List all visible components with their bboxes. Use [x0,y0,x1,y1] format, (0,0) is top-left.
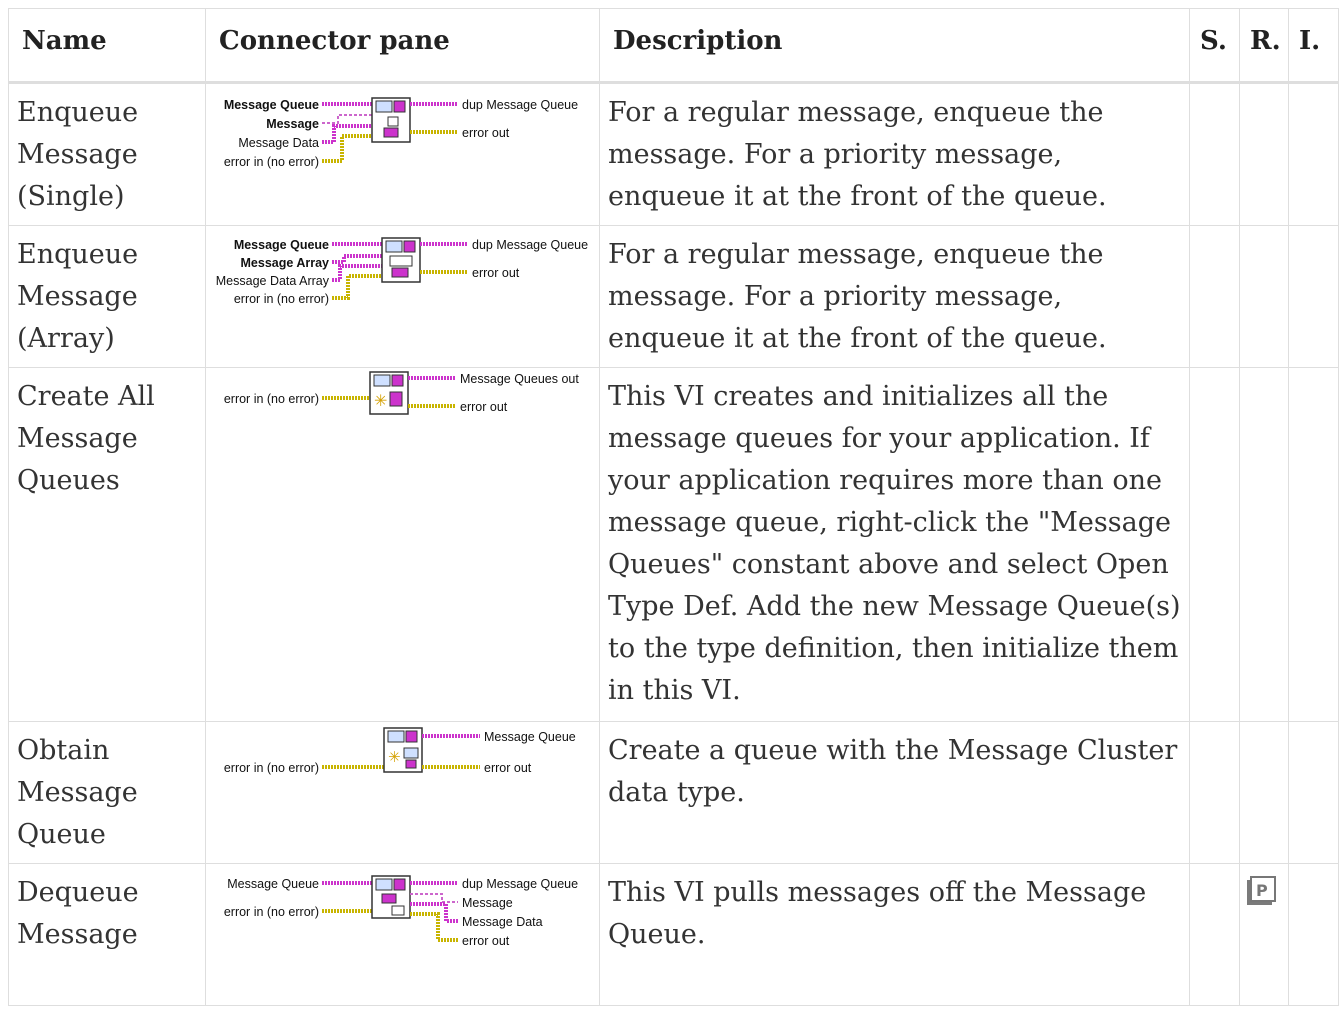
connector-output-label: error out [484,761,532,775]
connector-input-label: Message [266,117,319,131]
cell-r [1239,721,1289,864]
svg-text:P: P [1256,881,1268,900]
connector-output-label: Message [462,896,513,910]
vi-description: This VI creates and initializes all the … [599,367,1190,722]
connector-input-label: Message Data [238,136,319,150]
connector-output-label: error out [472,266,520,280]
connector-pane: error in (no error) ✳ Message Queue erro… [205,721,600,864]
vi-name: Create All Message Queues [8,367,206,722]
connector-pane: Message Queue error in (no error) dup Me… [205,863,600,1006]
table-row: Enqueue Message (Array) Message Queue Me… [8,225,1339,368]
connector-output-label: error out [462,126,510,140]
cell-r [1239,82,1289,226]
obtain-queue-icon: ✳ [383,727,423,773]
connector-input-label: Message Queue [224,98,319,112]
connector-input-label: Message Data Array [216,274,330,288]
header-connector-pane: Connector pane [205,8,600,84]
connector-diagram: error in (no error) ✳ Message Queue erro… [224,727,576,775]
connector-diagram: Message Queue Message Message Data error… [224,97,578,169]
connector-diagram: Message Queue error in (no error) dup Me… [224,875,578,948]
enqueue-icon [371,97,411,143]
connector-output-label: Message Data [462,915,543,929]
vi-description: Create a queue with the Message Cluster … [599,721,1190,864]
connector-pane: Message Queue Message Array Message Data… [205,225,600,368]
cell-i [1288,863,1339,1006]
connector-input-label: error in (no error) [224,392,319,406]
vi-name: Enqueue Message (Single) [8,82,206,226]
connector-output-label: dup Message Queue [472,238,588,252]
dequeue-icon [371,875,411,919]
connector-input-label: Message Queue [227,877,319,891]
header-name: Name [8,8,206,84]
cell-i [1288,367,1339,722]
connector-input-label: error in (no error) [224,155,319,169]
connector-output-label: Message Queue [484,730,576,744]
connector-pane: Message Queue Message Message Data error… [205,82,600,226]
connector-input-label: error in (no error) [224,905,319,919]
svg-text:✳: ✳ [388,748,401,766]
vi-description: This VI pulls messages off the Message Q… [599,863,1190,1006]
cell-r [1239,225,1289,368]
cell-s [1189,225,1240,368]
cell-r [1239,367,1289,722]
cell-i [1288,225,1339,368]
vi-name: Obtain Message Queue [8,721,206,864]
cell-s [1189,721,1240,864]
table-row: Dequeue Message Message Queue error in (… [8,863,1339,1006]
cell-s [1189,863,1240,1006]
table-row: Create All Message Queues error in (no e… [8,367,1339,722]
vi-description: For a regular message, enqueue the messa… [599,82,1190,226]
table-row: Obtain Message Queue error in (no error)… [8,721,1339,864]
connector-diagram: error in (no error) ✳ Message Queues out… [224,371,579,415]
header-r: R. [1239,8,1289,84]
connector-pane: error in (no error) ✳ Message Queues out… [205,367,600,722]
connector-input-label: Message Array [241,256,330,270]
cell-i [1288,721,1339,864]
cell-s [1189,367,1240,722]
vi-name: Enqueue Message (Array) [8,225,206,368]
connector-output-label: Message Queues out [460,372,579,386]
cell-r: P [1239,863,1289,1006]
connector-input-label: Message Queue [234,238,329,252]
cell-i [1288,82,1339,226]
connector-output-label: error out [462,934,510,948]
connector-input-label: error in (no error) [224,761,319,775]
header-s: S. [1189,8,1240,84]
enqueue-array-icon [381,237,421,283]
connector-output-label: dup Message Queue [462,98,578,112]
connector-diagram: Message Queue Message Array Message Data… [216,237,588,306]
vi-description: For a regular message, enqueue the messa… [599,225,1190,368]
cell-s [1189,82,1240,226]
connector-output-label: dup Message Queue [462,877,578,891]
svg-text:✳: ✳ [374,391,387,410]
connector-input-label: error in (no error) [234,292,329,306]
reentrant-icon: P [1247,876,1276,905]
vi-table: Name Connector pane Description S. R. I.… [8,8,1339,1006]
header-row: Name Connector pane Description S. R. I. [8,8,1339,84]
create-queues-icon: ✳ [369,371,409,415]
vi-name: Dequeue Message [8,863,206,1006]
header-i: I. [1288,8,1339,84]
connector-output-label: error out [460,400,508,414]
header-description: Description [599,8,1190,84]
table-row: Enqueue Message (Single) Message Queue M… [8,82,1339,226]
